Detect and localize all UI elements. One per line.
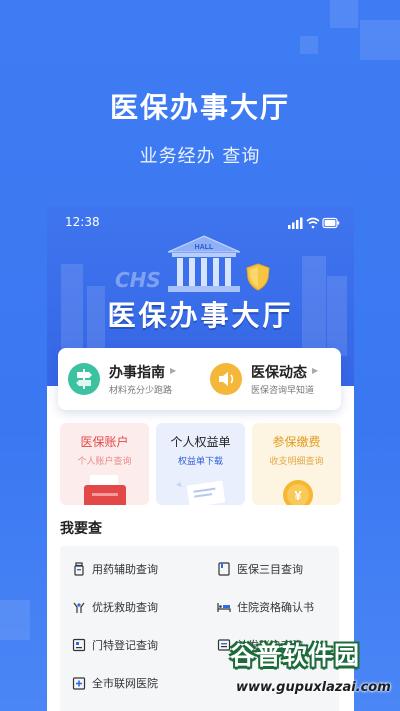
wallet-icon [84,475,126,505]
tile-subtitle: 权益单下载 [177,457,223,467]
query-item-hospitalization[interactable]: 住院资格确认书 [217,598,347,618]
service-card: 办事指南 ▶ 材料充分少跑路 医保动态 ▶ 医保咨询早知道 [58,348,341,410]
service-news[interactable]: 医保动态 ▶ 医保咨询早知道 [200,360,340,400]
tile-title: 参保缴费 [272,435,321,449]
header-title: 医保办事大厅 [107,299,294,332]
svg-text:¥: ¥ [294,488,302,503]
background-decoration [360,20,400,60]
hall-building-icon: HALL [167,235,241,292]
service-desc: 医保咨询早知道 [251,386,315,396]
signal-icon [288,217,303,229]
query-item-medication[interactable]: 用药辅助查询 [72,560,202,580]
query-label: 门特登记查询 [92,639,158,652]
registration-form-icon [72,638,86,652]
document-icon [176,480,226,505]
chevron-right-icon: ▶ [312,366,319,375]
query-label: 医保三目查询 [237,563,303,576]
tile-subtitle: 个人账户查询 [77,457,132,467]
wifi-icon [306,217,320,229]
background-decoration [330,0,358,28]
query-label: 优抚救助查询 [92,601,158,614]
query-label: 住院资格确认书 [237,601,314,614]
tile-rights-statement[interactable]: 个人权益单 权益单下载 [156,423,245,505]
watermark-logo: 谷普软件园 [230,641,361,670]
service-title: 医保动态 [251,365,307,381]
tile-title: 医保账户 [80,435,129,449]
tile-subtitle: 收支明细查询 [269,457,324,467]
query-label: 全市联网医院 [92,677,158,690]
book-icon [218,562,230,576]
signpost-icon [68,363,100,395]
promo-subtitle: 业务经办 查询 [139,146,261,167]
battery-icon [322,217,340,229]
service-guide[interactable]: 办事指南 ▶ 材料充分少跑路 [58,360,198,400]
query-item-relief[interactable]: 优抚救助查询 [72,598,202,618]
hospital-bed-icon [217,603,231,612]
tile-insurance-payment[interactable]: 参保缴费 收支明细查询 ¥ [252,423,341,505]
query-label: 用药辅助查询 [92,563,158,576]
query-item-network-hospitals[interactable]: 全市联网医院 [72,674,202,694]
chs-watermark-text: CHS [115,268,161,292]
tile-title: 个人权益单 [170,435,231,449]
status-bar: 12:38 [47,214,354,232]
site-watermark: 谷普软件园 www.gupuxlazai.com [216,630,400,711]
background-decoration [0,600,30,640]
hospital-network-icon [72,677,86,690]
query-item-outpatient-registration[interactable]: 门特登记查询 [72,636,202,656]
helping-hands-icon [73,602,85,613]
tile-medical-account[interactable]: 医保账户 个人账户查询 [60,423,149,505]
medicine-bottle-icon [74,562,84,576]
promo-title: 医保办事大厅 [109,91,290,124]
shield-icon [246,263,270,291]
background-decoration [300,36,318,54]
hall-sign-text: HALL [195,244,214,251]
query-item-three-catalogs[interactable]: 医保三目查询 [217,560,347,580]
chevron-right-icon: ▶ [170,366,177,375]
service-desc: 材料充分少跑路 [109,386,173,396]
coin-icon: ¥ [283,480,313,505]
service-title: 办事指南 [109,365,165,381]
status-icons [288,217,340,229]
status-time: 12:38 [65,215,100,229]
watermark-url: www.gupuxlazai.com [236,680,391,695]
speaker-icon [210,363,242,395]
section-title: 我要查 [60,521,102,537]
